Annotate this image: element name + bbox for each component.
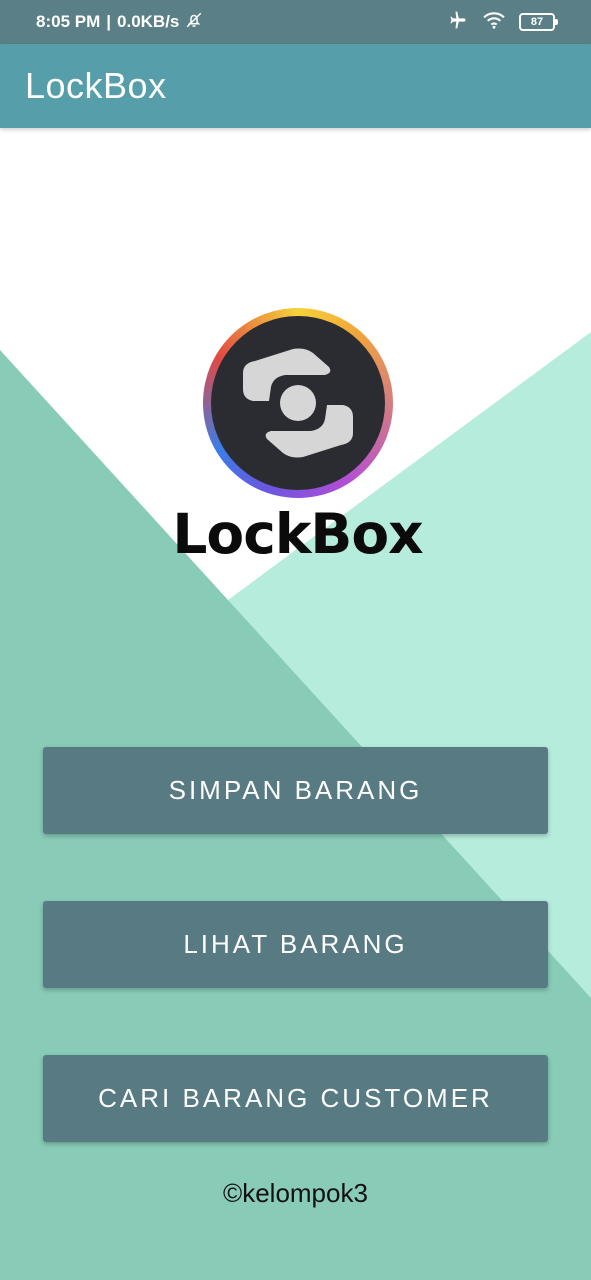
status-time: 8:05 PM bbox=[36, 12, 101, 31]
footer-credit: ©kelompok3 bbox=[223, 1178, 368, 1208]
status-network-speed: 0.0KB/s bbox=[117, 12, 180, 31]
bell-off-icon bbox=[185, 11, 203, 34]
simpan-barang-button[interactable]: SIMPAN BARANG bbox=[43, 747, 548, 834]
wifi-icon bbox=[483, 11, 505, 34]
cari-barang-customer-button[interactable]: CARI BARANG CUSTOMER bbox=[43, 1055, 548, 1142]
status-left: 8:05 PM | 0.0KB/s bbox=[36, 11, 203, 34]
battery-level: 87 bbox=[530, 16, 544, 28]
status-bar: 8:05 PM | 0.0KB/s 87 bbox=[0, 0, 591, 44]
screen: 8:05 PM | 0.0KB/s 87 LockBox LockBox SIM… bbox=[0, 0, 591, 1280]
battery-icon: 87 bbox=[519, 13, 558, 31]
lockbox-logo: LockBox bbox=[165, 308, 430, 568]
airplane-icon bbox=[447, 10, 469, 35]
logo-text: LockBox bbox=[172, 502, 423, 566]
logo-emblem-icon bbox=[210, 316, 385, 490]
logo-ring bbox=[202, 308, 393, 498]
app-title: LockBox bbox=[25, 65, 167, 106]
status-right: 87 bbox=[447, 10, 558, 35]
status-separator: | bbox=[106, 12, 112, 31]
app-bar: LockBox bbox=[0, 44, 591, 128]
lihat-barang-button[interactable]: LIHAT BARANG bbox=[43, 901, 548, 988]
